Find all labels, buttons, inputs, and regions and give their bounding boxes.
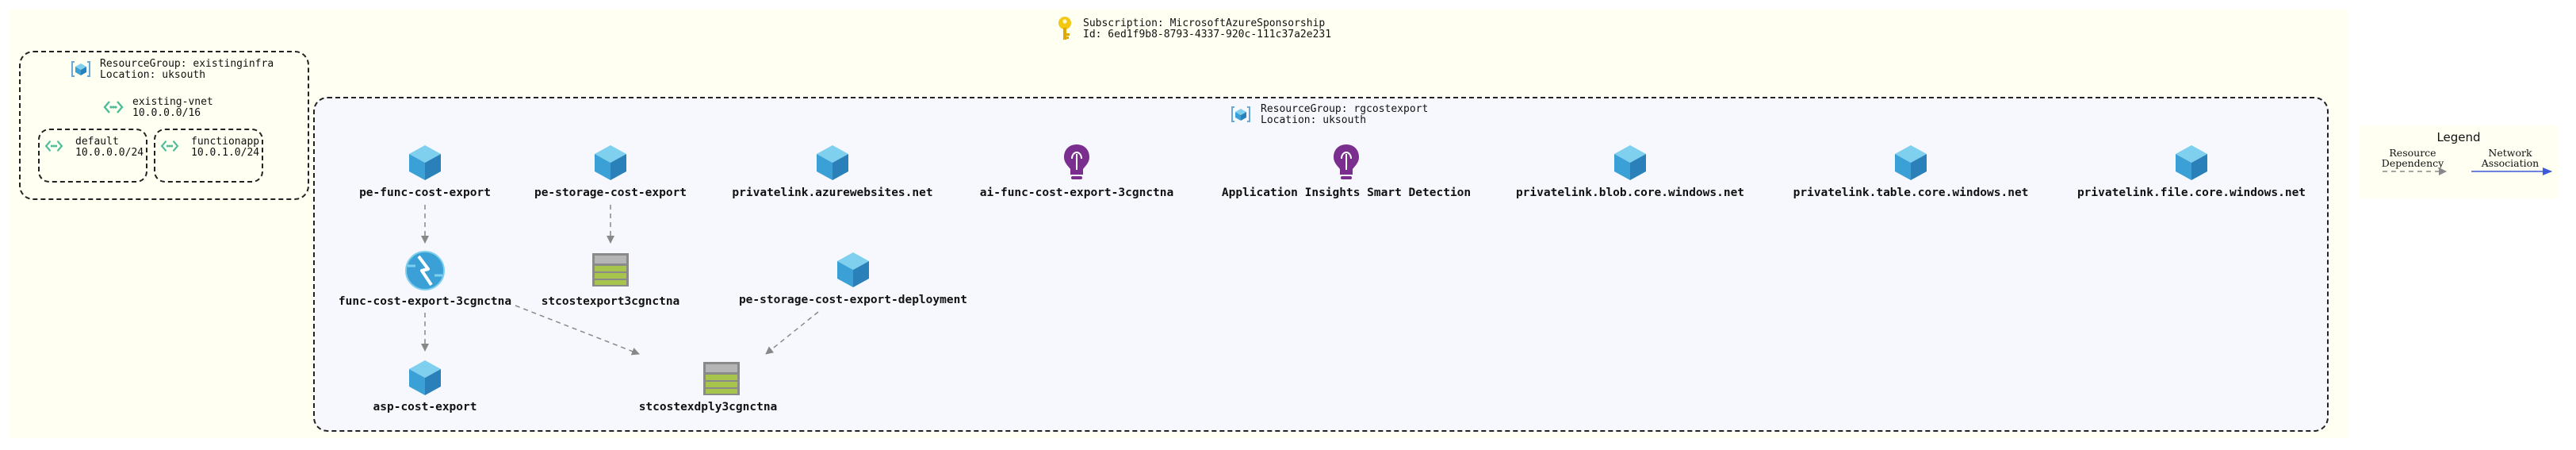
private-endpoint-icon	[595, 145, 626, 180]
application-insights-icon	[1064, 144, 1089, 179]
private-dns-zone-icon	[1614, 145, 1646, 180]
edge-func-app-to-st-deploy	[515, 305, 640, 356]
node-ai-func-cost-export[interactable]: ai-func-cost-export-3cgnctna	[980, 187, 1173, 199]
node-st-cost-export[interactable]: stcostexport3cgnctna	[542, 295, 680, 308]
node-pe-storage-cost-export[interactable]: pe-storage-cost-export	[534, 187, 687, 199]
node-pe-storage-deployment[interactable]: pe-storage-cost-export-deployment	[739, 294, 967, 306]
legend-title: Legend	[2436, 130, 2481, 144]
node-privatelink-blob[interactable]: privatelink.blob.core.windows.net	[1516, 187, 1744, 199]
dependency-edges	[421, 205, 819, 356]
node-func-cost-export[interactable]: func-cost-export-3cgnctna	[339, 295, 511, 308]
private-endpoint-icon	[837, 252, 869, 287]
private-dns-zone-icon	[1895, 145, 1927, 180]
node-privatelink-table[interactable]: privatelink.table.core.windows.net	[1793, 187, 2029, 199]
function-app-icon	[405, 251, 445, 290]
edge-pe-storage-deploy-to-st-deploy	[765, 311, 819, 355]
node-st-deploy[interactable]: stcostexdply3cgnctna	[639, 401, 778, 413]
private-dns-zone-icon	[2176, 145, 2207, 180]
private-endpoint-icon	[409, 145, 441, 180]
application-insights-icon	[1334, 144, 1359, 179]
node-asp-cost-export[interactable]: asp-cost-export	[373, 401, 477, 413]
legend-swatches	[2383, 167, 2552, 175]
node-pe-func-cost-export[interactable]: pe-func-cost-export	[359, 187, 491, 199]
app-service-plan-icon	[409, 360, 441, 395]
node-privatelink-azurewebsites[interactable]: privatelink.azurewebsites.net	[732, 187, 932, 199]
storage-account-icon	[703, 362, 740, 395]
node-ai-smart-detection[interactable]: Application Insights Smart Detection	[1222, 187, 1471, 199]
private-dns-zone-icon	[817, 145, 848, 180]
node-privatelink-file[interactable]: privatelink.file.core.windows.net	[2077, 187, 2306, 199]
storage-account-icon	[592, 253, 629, 287]
